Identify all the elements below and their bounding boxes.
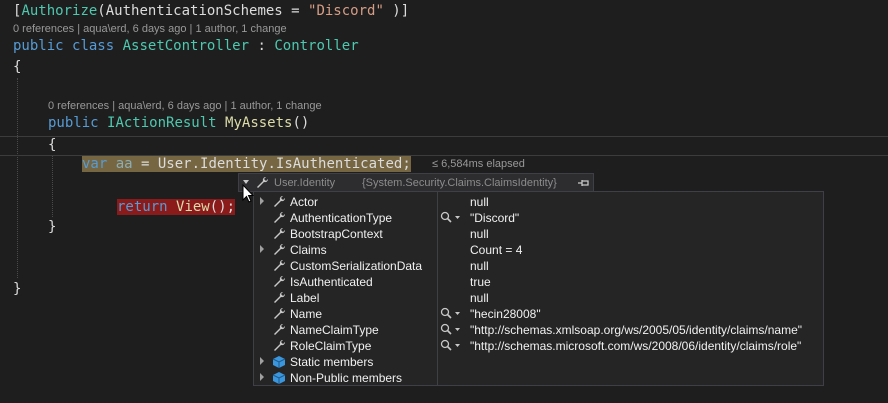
property-wrench-icon xyxy=(274,291,286,303)
expand-arrow-icon[interactable] xyxy=(260,357,264,365)
property-value[interactable]: "Discord" xyxy=(470,211,519,225)
method-brace-open: { xyxy=(48,137,57,153)
property-name: Non-Public members xyxy=(290,371,403,385)
breakpoint-statement: return View(); xyxy=(117,199,236,215)
property-value[interactable]: "http://schemas.xmlsoap.org/ws/2005/05/i… xyxy=(470,323,802,337)
datatip-row[interactable]: Name "hecin28008" xyxy=(254,306,823,322)
visualizer-search-icon[interactable] xyxy=(440,307,462,321)
datatip-row[interactable]: IsAuthenticated true xyxy=(254,274,823,290)
method-declaration: public IActionResult MyAssets() xyxy=(48,115,310,131)
attribute-line: [Authorize(AuthenticationSchemes = "Disc… xyxy=(13,3,410,19)
expand-arrow-icon[interactable] xyxy=(260,245,264,253)
property-name: Claims xyxy=(290,243,327,257)
class-declaration: public class AssetController : Controlle… xyxy=(13,38,359,54)
datatip-row[interactable]: BootstrapContext null xyxy=(254,226,823,242)
static-members-icon xyxy=(272,356,286,368)
class-brace-close: } xyxy=(13,281,22,297)
datatip-row[interactable]: AuthenticationType "Discord" xyxy=(254,210,823,226)
datatip-row[interactable]: RoleClaimType "http://schemas.microsoft.c… xyxy=(254,338,823,354)
property-value[interactable]: null xyxy=(470,259,489,273)
property-name: BootstrapContext xyxy=(290,227,383,241)
method-brace-close: } xyxy=(48,219,57,235)
non-public-members-icon xyxy=(272,372,286,384)
property-wrench-icon xyxy=(274,243,286,255)
datatip-row[interactable]: Static members xyxy=(254,354,823,370)
datatip-row[interactable]: Actor null xyxy=(254,194,823,210)
current-line-highlight xyxy=(0,136,888,156)
property-wrench-icon xyxy=(274,339,286,351)
indent-guide xyxy=(17,78,18,278)
datatip-row[interactable]: NameClaimType "http://schemas.xmlsoap.org… xyxy=(254,322,823,338)
expand-arrow-icon[interactable] xyxy=(260,373,264,381)
property-name: CustomSerializationData xyxy=(290,259,423,273)
perf-tip-elapsed[interactable]: ≤ 6,584ms elapsed xyxy=(432,158,525,170)
visualizer-search-icon[interactable] xyxy=(440,323,462,337)
datatip-type: {System.Security.Claims.ClaimsIdentity} xyxy=(362,177,557,189)
pin-icon[interactable] xyxy=(578,178,590,188)
property-wrench-icon xyxy=(274,275,286,287)
wrench-icon xyxy=(257,176,269,188)
current-statement: var aa = User.Identity.IsAuthenticated; xyxy=(82,156,411,172)
codelens-class[interactable]: 0 references | aqua\erd, 6 days ago | 1 … xyxy=(13,23,287,35)
datatip-row[interactable]: Label null xyxy=(254,290,823,306)
datatip-panel: Actor null AuthenticationType "Discord" Boot… xyxy=(253,191,824,386)
property-value[interactable]: null xyxy=(470,291,489,305)
property-wrench-icon xyxy=(274,323,286,335)
mouse-cursor-icon xyxy=(242,184,254,203)
property-name: Actor xyxy=(290,195,319,209)
property-wrench-icon xyxy=(274,227,286,239)
property-value[interactable]: true xyxy=(470,275,491,289)
class-brace-open: { xyxy=(13,59,22,75)
indent-guide xyxy=(52,155,53,217)
property-name: AuthenticationType xyxy=(290,211,393,225)
property-name: RoleClaimType xyxy=(290,339,372,353)
property-name: Static members xyxy=(290,355,374,369)
property-name: Label xyxy=(290,291,320,305)
property-wrench-icon xyxy=(274,195,286,207)
property-value[interactable]: null xyxy=(470,227,489,241)
property-value[interactable]: null xyxy=(470,195,489,209)
property-name: NameClaimType xyxy=(290,323,379,337)
property-wrench-icon xyxy=(274,259,286,271)
datatip-row[interactable]: CustomSerializationData null xyxy=(254,258,823,274)
property-name: Name xyxy=(290,307,323,321)
expand-arrow-icon[interactable] xyxy=(260,197,264,205)
datatip-row[interactable]: Non-Public members xyxy=(254,370,823,386)
datatip-header[interactable]: User.Identity {System.Security.Claims.Cl… xyxy=(238,173,594,192)
property-wrench-icon xyxy=(274,211,286,223)
datatip-row[interactable]: Claims Count = 4 xyxy=(254,242,823,258)
codelens-method[interactable]: 0 references | aqua\erd, 6 days ago | 1 … xyxy=(48,100,322,112)
property-value[interactable]: Count = 4 xyxy=(470,243,522,257)
datatip-expression: User.Identity xyxy=(274,177,336,189)
property-name: IsAuthenticated xyxy=(290,275,373,289)
visualizer-search-icon[interactable] xyxy=(440,339,462,353)
property-wrench-icon xyxy=(274,307,286,319)
visualizer-search-icon[interactable] xyxy=(440,211,462,225)
property-value[interactable]: "http://schemas.microsoft.com/ws/2008/06… xyxy=(470,339,801,353)
property-value[interactable]: "hecin28008" xyxy=(470,307,541,321)
